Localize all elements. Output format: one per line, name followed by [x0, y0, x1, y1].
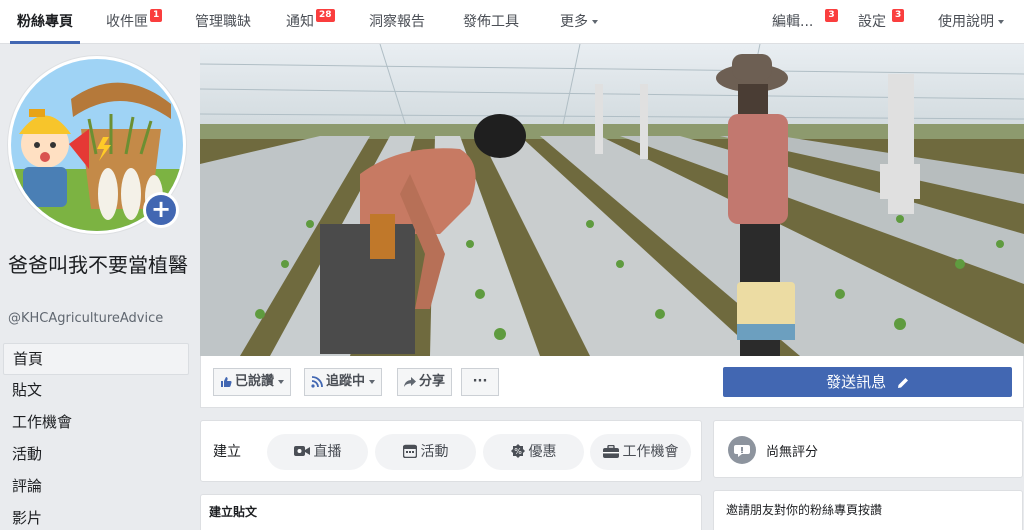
- tab-inbox[interactable]: 收件匣 1: [106, 0, 163, 44]
- tab-label: 收件匣: [106, 14, 148, 30]
- tab-page[interactable]: 粉絲專頁: [10, 0, 80, 44]
- rss-icon: [311, 375, 323, 388]
- page-username[interactable]: @KHCAgricultureAdvice: [8, 311, 163, 326]
- rating-card: 尚無評分: [713, 420, 1023, 478]
- invite-friends-card: 邀請朋友對你的粉絲專頁按讚: [713, 490, 1023, 530]
- share-label: 分享: [419, 374, 446, 389]
- tab-label: 發佈工具: [463, 14, 519, 30]
- send-message-label: 發送訊息: [826, 373, 887, 391]
- greenhouse-photo: [200, 44, 1024, 356]
- tab-insights[interactable]: 洞察報告: [369, 0, 425, 44]
- tab-label: 管理職缺: [195, 14, 251, 30]
- follow-label: 追蹤中: [326, 374, 366, 389]
- tab-label: 粉絲專頁: [17, 14, 73, 30]
- create-composer-card: 建立 直播 活動 % 優惠 工作機會: [200, 420, 702, 482]
- chat-bubble-icon: [728, 436, 756, 464]
- offer-label: 優惠: [528, 444, 557, 460]
- tab-label: 更多: [560, 14, 588, 30]
- tab-more[interactable]: 更多: [560, 0, 598, 44]
- more-options-button[interactable]: ···: [461, 368, 499, 396]
- tab-label: 洞察報告: [369, 14, 425, 30]
- share-arrow-icon: [404, 376, 416, 387]
- nav-item-videos[interactable]: 影片: [3, 503, 189, 530]
- briefcase-icon: [602, 444, 619, 458]
- page-admin-bar: 粉絲專頁 收件匣 1 管理職缺 通知 28 洞察報告 發佈工具 更多 編輯... 3 …: [0, 0, 1024, 44]
- create-job-button[interactable]: 工作機會: [590, 434, 691, 470]
- page-title[interactable]: 爸爸叫我不要當植醫: [8, 250, 194, 280]
- plus-icon: +: [146, 195, 176, 225]
- cover-photo[interactable]: [200, 44, 1024, 356]
- create-post-card[interactable]: 建立貼文: [200, 494, 702, 530]
- nav-item-jobs[interactable]: 工作機會: [3, 407, 189, 439]
- notifications-badge: 28: [316, 9, 335, 22]
- video-camera-icon: [293, 446, 310, 456]
- chevron-down-icon: [998, 20, 1004, 24]
- percent-tag-icon: %: [510, 444, 525, 458]
- thumbs-up-icon: [221, 376, 232, 387]
- rating-status-text: 尚無評分: [766, 445, 819, 460]
- chevron-down-icon: [278, 379, 285, 384]
- like-label: 已說讚: [235, 374, 275, 389]
- page-action-bar: 已說讚 追蹤中 分享 ··· 發送訊息: [200, 356, 1024, 408]
- settings-badge: 3: [892, 9, 905, 22]
- share-button[interactable]: 分享: [397, 368, 453, 396]
- page-nav: 首頁 貼文 工作機會 活動 評論 影片: [3, 343, 189, 530]
- chevron-down-icon: [369, 379, 376, 384]
- tab-publishing-tools[interactable]: 發佈工具: [463, 0, 519, 44]
- more-dots-icon: ···: [472, 374, 488, 389]
- settings-label: 設定: [858, 14, 886, 30]
- create-offer-button[interactable]: % 優惠: [483, 434, 584, 470]
- send-message-button[interactable]: 發送訊息: [723, 367, 1012, 397]
- event-label: 活動: [420, 444, 449, 460]
- help-button[interactable]: 使用說明: [938, 0, 1004, 44]
- create-label: 建立: [213, 444, 241, 460]
- edit-badge: 3: [825, 9, 838, 22]
- edit-page-info-button[interactable]: 編輯... 3: [772, 0, 838, 44]
- create-event-button[interactable]: 活動: [375, 434, 476, 470]
- like-button[interactable]: 已說讚: [213, 368, 292, 396]
- edit-label: 編輯...: [772, 14, 814, 30]
- tab-label: 通知: [286, 14, 314, 30]
- nav-item-posts[interactable]: 貼文: [3, 375, 189, 407]
- settings-button[interactable]: 設定 3: [858, 0, 905, 44]
- tab-notifications[interactable]: 通知 28: [286, 0, 335, 44]
- add-profile-photo-button[interactable]: +: [143, 192, 179, 228]
- nav-item-home[interactable]: 首頁: [3, 343, 189, 375]
- invite-friends-title: 邀請朋友對你的粉絲專頁按讚: [726, 503, 883, 517]
- inbox-badge: 1: [150, 9, 163, 22]
- speech-bubble-glyph: [734, 445, 750, 457]
- create-live-button[interactable]: 直播: [267, 434, 368, 470]
- follow-button[interactable]: 追蹤中: [304, 368, 383, 396]
- live-label: 直播: [313, 444, 342, 460]
- tab-manage-jobs[interactable]: 管理職缺: [195, 0, 251, 44]
- help-label: 使用說明: [938, 14, 994, 30]
- pencil-icon: [897, 377, 908, 388]
- nav-item-events[interactable]: 活動: [3, 439, 189, 471]
- calendar-icon: [402, 444, 417, 459]
- job-label: 工作機會: [622, 444, 679, 460]
- svg-text:%: %: [514, 447, 522, 456]
- chevron-down-icon: [592, 20, 598, 24]
- nav-item-reviews[interactable]: 評論: [3, 471, 189, 503]
- create-post-title: 建立貼文: [209, 505, 258, 519]
